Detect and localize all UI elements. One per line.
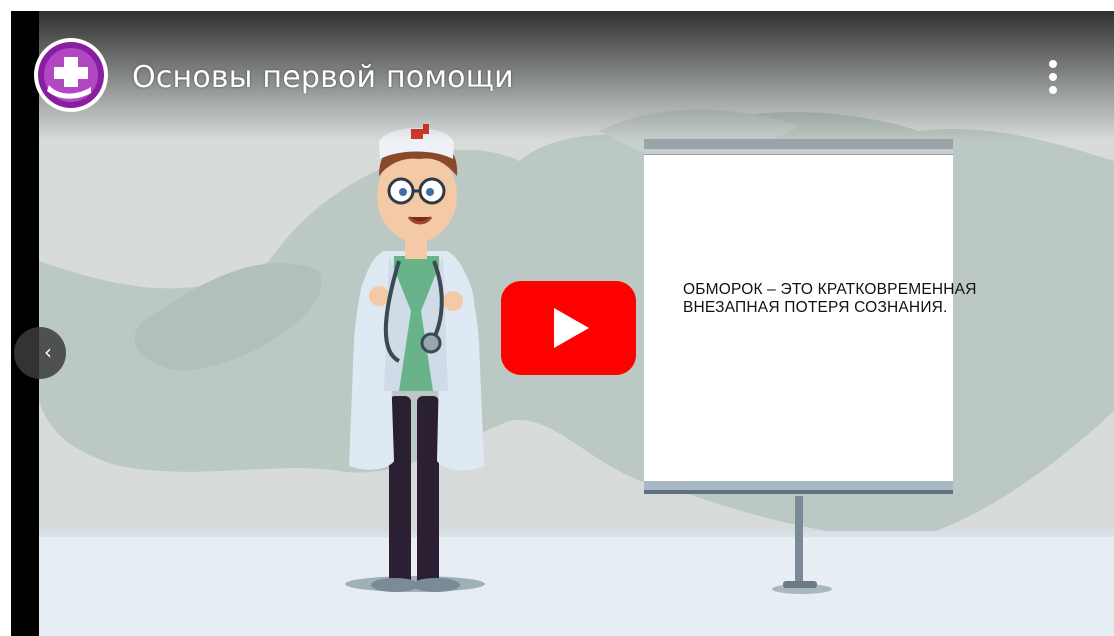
- dot: [1049, 73, 1057, 81]
- chevron-left-icon: ‹: [44, 340, 52, 364]
- vertical-dots-icon[interactable]: [1036, 57, 1070, 97]
- video-player[interactable]: ОБМОРОК – ЭТО КРАТКОВРЕМЕННАЯ ВНЕЗАПНАЯ …: [11, 11, 1114, 636]
- channel-logo-icon[interactable]: [33, 37, 109, 113]
- youtube-play-icon: [501, 281, 636, 375]
- video-title[interactable]: Основы первой помощи: [132, 59, 514, 97]
- dot: [1049, 60, 1057, 68]
- dot: [1049, 86, 1057, 94]
- play-button[interactable]: [501, 281, 636, 375]
- board-text: ОБМОРОК – ЭТО КРАТКОВРЕМЕННАЯ ВНЕЗАПНАЯ …: [683, 281, 977, 316]
- previous-button[interactable]: ‹: [14, 327, 66, 379]
